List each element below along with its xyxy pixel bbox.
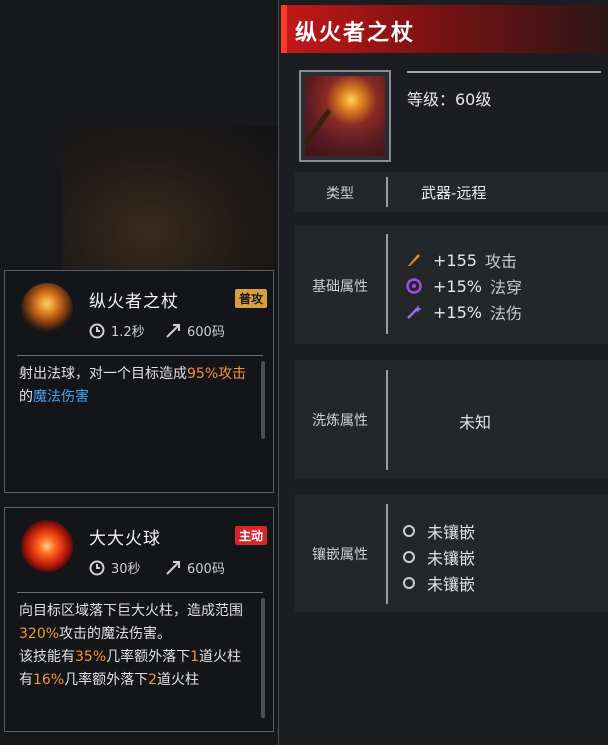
- staff-icon: [305, 76, 385, 156]
- range-value: 600码: [187, 325, 225, 340]
- cooldown-icon: [89, 323, 105, 338]
- skill-type-badge: 主动: [234, 526, 267, 545]
- item-level: 等级：60级: [407, 90, 492, 109]
- item-tooltip: 纵火者之杖 等级：60级 类型 武器-远程 基础属性 +155 攻击 +15% 法穿…: [278, 0, 608, 745]
- refine-attributes-label: 洗炼属性: [312, 413, 368, 429]
- socket-slot[interactable]: 未镶嵌: [403, 571, 475, 595]
- separator: [386, 504, 388, 604]
- item-title: 纵火者之杖: [295, 21, 416, 46]
- attack-icon: [408, 254, 420, 266]
- socket-slot[interactable]: 未镶嵌: [403, 545, 475, 569]
- divider: [407, 71, 601, 73]
- socket-attributes-row: 镶嵌属性 未镶嵌 未镶嵌 未镶嵌: [295, 494, 608, 612]
- refine-attributes-row: 洗炼属性 未知: [295, 360, 608, 478]
- type-value: 武器-远程: [421, 184, 487, 202]
- staff-skill-icon: [21, 283, 73, 335]
- cooldown-stat: 1.2秒: [89, 321, 145, 340]
- refine-value: 未知: [459, 413, 492, 432]
- attribute-attack: +155 攻击: [405, 248, 517, 272]
- skill-description: 射出法球，对一个目标造成95%攻击的魔法伤害: [19, 366, 247, 405]
- separator: [386, 234, 388, 334]
- cooldown-value: 30秒: [111, 562, 141, 577]
- skill-name: 纵火者之杖: [89, 292, 179, 312]
- scrollbar[interactable]: [261, 361, 265, 439]
- title-bar: 纵火者之杖: [281, 5, 608, 53]
- scrollbar[interactable]: [261, 598, 265, 718]
- magic-penetration-icon: [406, 278, 422, 294]
- skill-name: 大大火球: [89, 529, 161, 549]
- type-label: 类型: [326, 186, 354, 202]
- skill-card-basic-attack: 纵火者之杖 普攻 1.2秒 600码 射出法球，对一个目标造成95%攻击的魔法伤…: [4, 270, 274, 493]
- attribute-magic-damage: +15% 法伤: [405, 300, 522, 324]
- empty-socket-icon: [403, 577, 415, 589]
- divider: [17, 355, 263, 356]
- range-value: 600码: [187, 562, 225, 577]
- background-scene: [62, 126, 278, 276]
- socket-attributes-label: 镶嵌属性: [312, 547, 368, 563]
- range-stat: 600码: [165, 321, 225, 340]
- empty-socket-icon: [403, 525, 415, 537]
- attribute-magic-penetration: +15% 法穿: [405, 274, 522, 298]
- skill-description: 向目标区域落下巨大火柱，造成范围320%攻击的魔法伤害。 该技能有35%几率额外…: [19, 603, 243, 688]
- socket-slot[interactable]: 未镶嵌: [403, 519, 475, 543]
- fireball-skill-icon: [21, 520, 73, 572]
- range-icon: [166, 323, 180, 338]
- cooldown-value: 1.2秒: [111, 325, 145, 340]
- cooldown-stat: 30秒: [89, 558, 141, 577]
- skill-type-badge: 普攻: [234, 289, 267, 308]
- type-row: 类型 武器-远程: [295, 172, 608, 212]
- base-attributes-label: 基础属性: [312, 279, 368, 295]
- item-slot[interactable]: [299, 70, 391, 162]
- divider: [17, 592, 263, 593]
- cooldown-icon: [89, 560, 105, 575]
- empty-socket-icon: [403, 551, 415, 563]
- skill-card-active: 大大火球 主动 30秒 600码 向目标区域落下巨大火柱，造成范围320%攻击的…: [4, 507, 274, 732]
- separator: [386, 370, 388, 470]
- magic-damage-icon: [407, 305, 422, 319]
- separator: [386, 177, 388, 207]
- range-icon: [166, 560, 180, 575]
- base-attributes-row: 基础属性 +155 攻击 +15% 法穿 +15% 法伤: [295, 226, 608, 344]
- range-stat: 600码: [165, 558, 225, 577]
